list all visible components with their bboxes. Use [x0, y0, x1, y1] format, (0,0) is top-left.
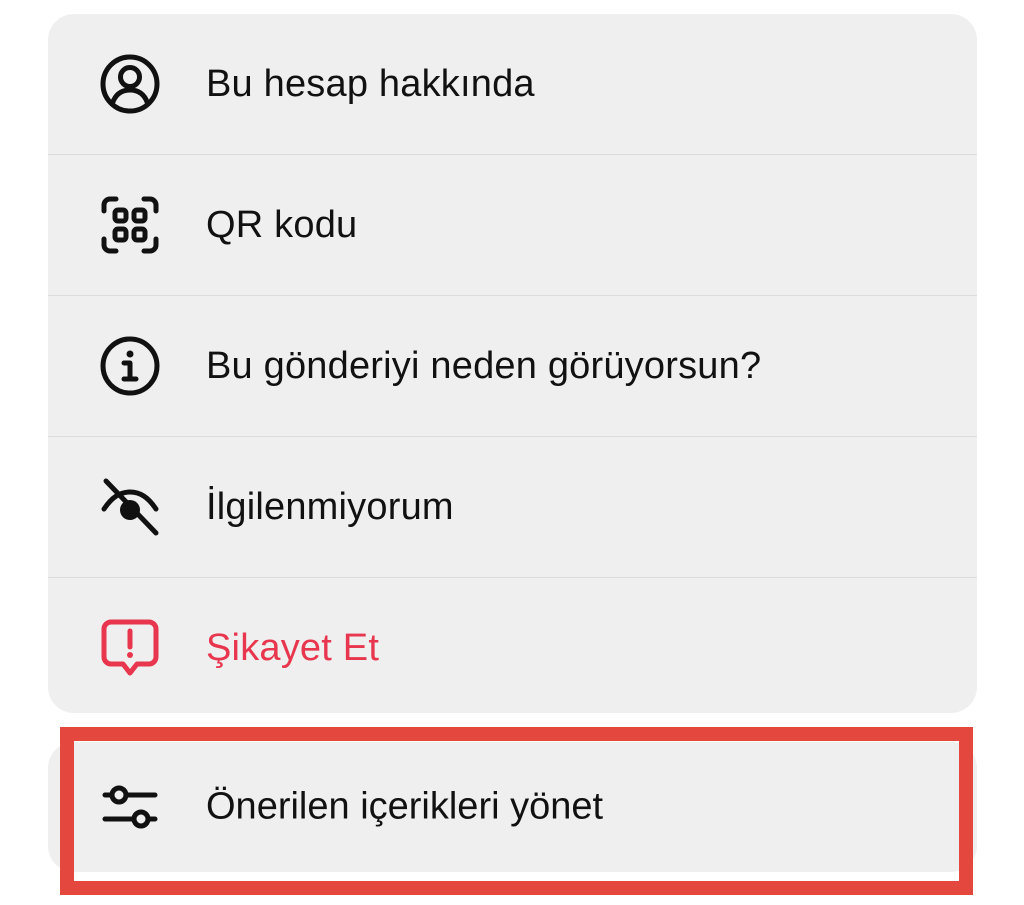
report-icon — [98, 616, 162, 680]
account-circle-icon — [98, 52, 162, 116]
menu-item-label: İlgilenmiyorum — [206, 485, 454, 528]
menu-item-label: Bu gönderiyi neden görüyorsun? — [206, 344, 762, 387]
menu-item-label: Bu hesap hakkında — [206, 62, 535, 105]
sliders-icon — [98, 775, 162, 839]
menu-item-label: QR kodu — [206, 203, 358, 246]
menu-item-why-seeing-post[interactable]: Bu gönderiyi neden görüyorsun? — [48, 295, 977, 436]
eye-off-icon — [98, 475, 162, 539]
qr-code-icon — [98, 193, 162, 257]
menu-item-report[interactable]: Şikayet Et — [48, 577, 977, 713]
manage-suggested-content-label: Önerilen içerikleri yönet — [206, 785, 604, 828]
menu-item-about-account[interactable]: Bu hesap hakkında — [48, 14, 977, 154]
manage-suggestions-group: Önerilen içerikleri yönet — [48, 742, 977, 872]
manage-suggested-content-button[interactable]: Önerilen içerikleri yönet — [48, 742, 977, 872]
menu-item-qr-code[interactable]: QR kodu — [48, 154, 977, 295]
menu-item-not-interested[interactable]: İlgilenmiyorum — [48, 436, 977, 577]
info-icon — [98, 334, 162, 398]
options-menu: Bu hesap hakkında QR kodu Bu gönderiyi n… — [48, 14, 977, 713]
menu-item-label: Şikayet Et — [206, 626, 380, 669]
